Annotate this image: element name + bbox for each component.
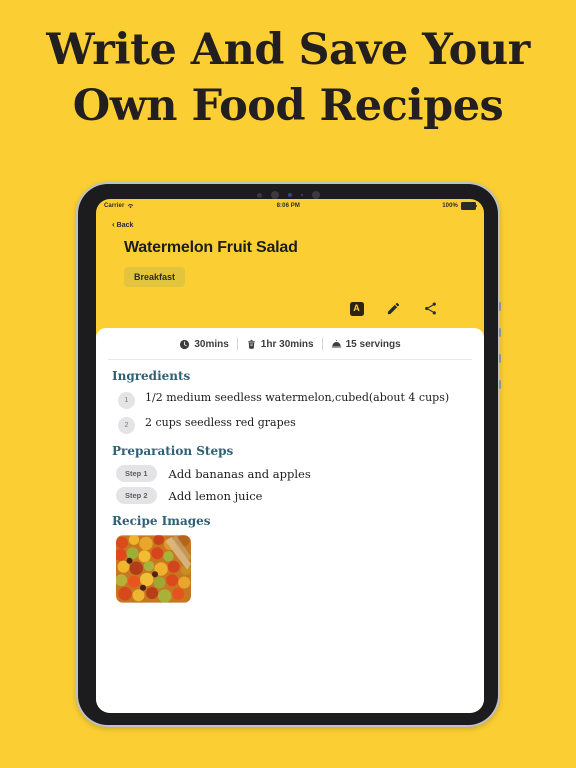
meta-cook-time: 1hr 30mins: [246, 339, 314, 350]
device-side-button: [499, 302, 501, 311]
sensor-dot-blue-icon: [287, 193, 292, 197]
meta-servings: 15 servings: [331, 339, 401, 350]
wifi-icon: [127, 203, 134, 209]
back-button[interactable]: ‹ Back: [112, 221, 468, 229]
ingredient-text: 2 cups seedless red grapes: [145, 416, 296, 429]
recipe-photo-fruit-salad[interactable]: [116, 535, 191, 603]
section-heading-preparation: Preparation Steps: [112, 444, 234, 458]
meta-prep-time: 30mins: [179, 338, 229, 350]
cooking-pot-icon: [246, 339, 257, 350]
device-side-button: [499, 328, 501, 337]
share-button[interactable]: [423, 301, 438, 316]
recipe-content-card: 30mins 1hr 30mins 15 servings Ingredient…: [96, 328, 484, 713]
device-side-button: [499, 354, 501, 363]
camera-dot-icon: [256, 192, 262, 198]
meta-divider: [236, 338, 238, 350]
status-bar-left: Carrier: [104, 203, 134, 209]
camera-dot-icon: [270, 191, 279, 199]
tablet-screen: Carrier 8:06 PM 100% ‹ Back Watermelon F: [96, 199, 484, 713]
meta-prep-time-value: 30mins: [194, 338, 229, 350]
device-side-button: [499, 380, 501, 389]
step-number-badge: Step 1: [116, 465, 157, 482]
category-badge-row: Breakfast: [124, 267, 468, 287]
tablet-device-frame: Carrier 8:06 PM 100% ‹ Back Watermelon F: [76, 182, 501, 727]
app-header: ‹ Back Watermelon Fruit Salad Breakfast …: [96, 213, 484, 328]
recipe-body: Ingredients 1 1/2 medium seedless waterm…: [96, 360, 484, 713]
share-icon: [425, 302, 436, 315]
section-heading-ingredients: Ingredients: [112, 369, 191, 383]
ingredient-text: 1/2 medium seedless watermelon,cubed(abo…: [145, 391, 450, 404]
ingredient-number-badge: 2: [118, 417, 135, 434]
page-title: Watermelon Fruit Salad: [124, 239, 298, 256]
status-bar: Carrier 8:06 PM 100%: [96, 199, 484, 213]
recipe-meta-row: 30mins 1hr 30mins 15 servings: [108, 328, 472, 360]
font-size-button-label: A: [349, 301, 364, 316]
category-badge[interactable]: Breakfast: [124, 267, 186, 287]
clock-icon: [179, 339, 190, 350]
font-size-button[interactable]: A: [349, 301, 364, 316]
meta-cook-time-value: 1hr 30mins: [260, 338, 314, 350]
status-bar-right: 100%: [442, 202, 478, 210]
step-number-badge: Step 2: [116, 487, 157, 504]
battery-full-icon: [461, 202, 478, 210]
carrier-label: Carrier: [104, 203, 125, 209]
back-button-label: Back: [116, 221, 134, 229]
step-text: Add bananas and apples: [168, 466, 311, 481]
section-heading-images: Recipe Images: [112, 514, 211, 528]
meta-servings-value: 15 servings: [345, 338, 401, 350]
promo-headline: Write And Save Your Own Food Recipes: [0, 22, 576, 134]
action-toolbar: A: [112, 301, 468, 328]
pencil-icon: [387, 302, 400, 315]
battery-percent-label: 100%: [442, 203, 458, 209]
ingredient-number-badge: 1: [118, 392, 135, 409]
recipe-images-gallery: [112, 535, 468, 603]
list-item[interactable]: 2 2 cups seedless red grapes: [112, 415, 468, 434]
step-text: Add lemon juice: [168, 488, 263, 503]
device-bezel: Carrier 8:06 PM 100% ‹ Back Watermelon F: [78, 184, 498, 725]
headline-line-1: Write And Save Your: [46, 25, 530, 75]
list-item[interactable]: 1 1/2 medium seedless watermelon,cubed(a…: [112, 390, 468, 409]
status-bar-time: 8:06 PM: [276, 203, 301, 209]
list-item[interactable]: Step 2 Add lemon juice: [112, 487, 468, 504]
headline-line-2: Own Food Recipes: [72, 81, 504, 131]
meta-divider: [321, 338, 323, 350]
sensor-dot-small-icon: [300, 194, 303, 196]
chevron-left-icon: ‹: [112, 220, 115, 229]
camera-dot-icon: [311, 191, 320, 199]
preparation-steps-list: Step 1 Add bananas and apples Step 2 Add…: [112, 465, 468, 504]
edit-button[interactable]: [386, 301, 401, 316]
serving-dome-icon: [331, 339, 342, 350]
ingredients-list: 1 1/2 medium seedless watermelon,cubed(a…: [112, 390, 468, 434]
list-item[interactable]: Step 1 Add bananas and apples: [112, 465, 468, 482]
